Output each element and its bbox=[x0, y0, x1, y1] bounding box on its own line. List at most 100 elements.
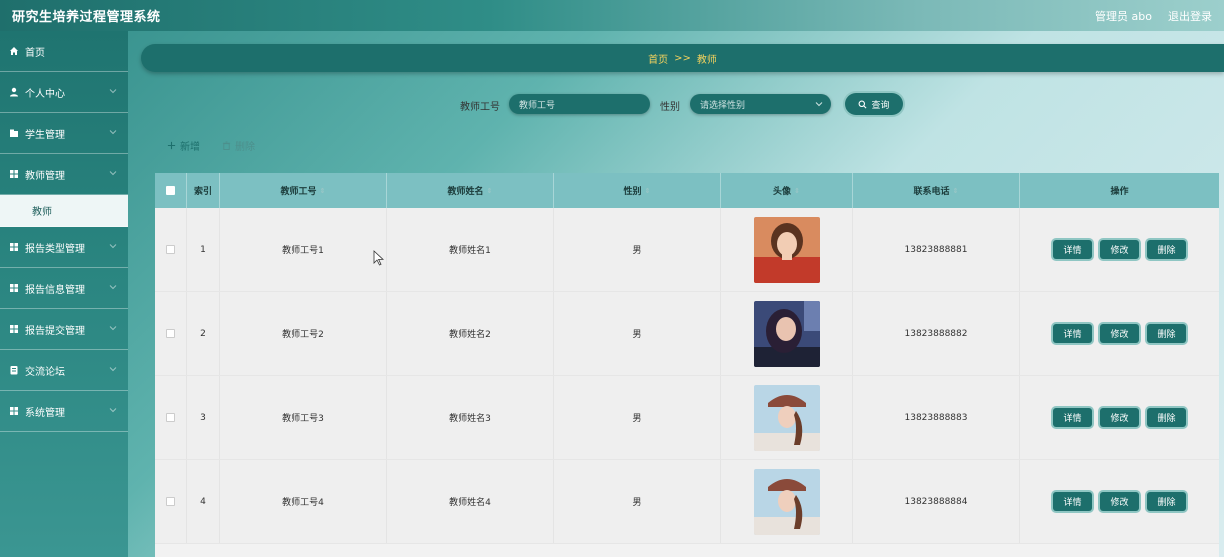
header-label: 联系电话 bbox=[913, 187, 950, 197]
chevron-down-icon bbox=[109, 171, 117, 176]
teacher-id-input[interactable]: 教师工号 bbox=[509, 94, 650, 114]
edit-button[interactable]: 修改 bbox=[1100, 240, 1139, 259]
grid-icon bbox=[9, 324, 19, 334]
breadcrumb-separator: >> bbox=[674, 52, 691, 64]
detail-button[interactable]: 详情 bbox=[1053, 324, 1092, 343]
header-gender[interactable]: 性别 ⇕ bbox=[554, 173, 721, 208]
sidebar-item-report-submit[interactable]: 报告提交管理 bbox=[0, 309, 128, 350]
teacher-table: 索引 教师工号 ⇕ 教师姓名 ⇕ 性别 ⇕ 头像 ⇕ 联系电话 ⇕ 操作 1 教师工号1 … bbox=[155, 173, 1219, 557]
row-checkbox[interactable] bbox=[166, 245, 175, 254]
grid-icon bbox=[9, 406, 19, 416]
table-row: 4 教师工号4 教师姓名4 男 13823888884 详情 修改 删除 bbox=[155, 460, 1219, 544]
delete-button[interactable]: 删除 bbox=[1147, 408, 1186, 427]
cell-teacher-name: 教师姓名2 bbox=[387, 292, 554, 375]
gender-select[interactable]: 请选择性别 bbox=[690, 94, 831, 114]
sidebar-item-label: 系统管理 bbox=[25, 407, 65, 419]
header-avatar[interactable]: 头像 ⇕ bbox=[721, 173, 853, 208]
search-button-label: 查询 bbox=[871, 100, 890, 111]
cell-phone: 13823888882 bbox=[853, 292, 1020, 375]
cell-phone: 13823888884 bbox=[853, 460, 1020, 543]
cell-phone: 13823888883 bbox=[853, 376, 1020, 459]
sidebar-item-home[interactable]: 首页 bbox=[0, 31, 128, 72]
header-phone[interactable]: 联系电话 ⇕ bbox=[853, 173, 1020, 208]
header-label: 教师姓名 bbox=[447, 187, 484, 197]
detail-button[interactable]: 详情 bbox=[1053, 408, 1092, 427]
cell-teacher-id: 教师工号2 bbox=[220, 292, 387, 375]
header-checkbox-cell bbox=[155, 173, 187, 208]
cell-actions: 详情 修改 删除 bbox=[1020, 376, 1219, 459]
cell-teacher-name: 教师姓名1 bbox=[387, 208, 554, 291]
trash-icon bbox=[222, 141, 231, 150]
cell-index: 4 bbox=[187, 460, 220, 543]
table-row: 2 教师工号2 教师姓名2 男 13823888882 详情 修改 删除 bbox=[155, 292, 1219, 376]
detail-button[interactable]: 详情 bbox=[1053, 240, 1092, 259]
avatar-image[interactable] bbox=[753, 216, 820, 283]
plus-icon bbox=[167, 141, 176, 150]
delete-button[interactable]: 删除 bbox=[1147, 492, 1186, 511]
cell-phone: 13823888881 bbox=[853, 208, 1020, 291]
header-actions: 操作 bbox=[1110, 187, 1129, 197]
logout-link[interactable]: 退出登录 bbox=[1168, 8, 1212, 24]
sidebar-item-students[interactable]: 学生管理 bbox=[0, 113, 128, 154]
cell-avatar bbox=[721, 460, 853, 543]
avatar-image[interactable] bbox=[753, 468, 820, 535]
sort-icon: ⇕ bbox=[952, 186, 959, 195]
sort-icon: ⇕ bbox=[644, 186, 651, 195]
batch-delete-button[interactable]: 删除 bbox=[222, 138, 255, 153]
gender-select-placeholder: 请选择性别 bbox=[700, 100, 746, 111]
header-index: 索引 bbox=[187, 173, 220, 208]
sidebar-item-teachers[interactable]: 教师管理 bbox=[0, 154, 128, 195]
edit-button[interactable]: 修改 bbox=[1100, 492, 1139, 511]
top-right-area: 管理员 abo 退出登录 bbox=[1095, 8, 1212, 24]
sidebar-item-label: 报告类型管理 bbox=[25, 243, 85, 255]
edit-button[interactable]: 修改 bbox=[1100, 408, 1139, 427]
breadcrumb-home[interactable]: 首页 bbox=[648, 51, 668, 66]
table-header: 索引 教师工号 ⇕ 教师姓名 ⇕ 性别 ⇕ 头像 ⇕ 联系电话 ⇕ 操作 bbox=[155, 173, 1219, 208]
header-teacher-id[interactable]: 教师工号 ⇕ bbox=[220, 173, 387, 208]
avatar-image[interactable] bbox=[753, 300, 820, 367]
delete-button[interactable]: 删除 bbox=[1147, 324, 1186, 343]
sidebar-item-report-info[interactable]: 报告信息管理 bbox=[0, 268, 128, 309]
sidebar-item-label: 学生管理 bbox=[25, 129, 65, 141]
select-all-checkbox[interactable] bbox=[166, 186, 175, 195]
breadcrumb: 首页 >> 教师 bbox=[141, 44, 1224, 72]
cell-index: 3 bbox=[187, 376, 220, 459]
cell-teacher-id: 教师工号1 bbox=[220, 208, 387, 291]
row-checkbox[interactable] bbox=[166, 497, 175, 506]
header-label: 性别 bbox=[623, 187, 642, 197]
sidebar-item-forum[interactable]: 交流论坛 bbox=[0, 350, 128, 391]
chevron-down-icon bbox=[109, 367, 117, 372]
sidebar-subitem-teacher[interactable]: 教师 bbox=[0, 195, 128, 227]
cell-actions: 详情 修改 删除 bbox=[1020, 208, 1219, 291]
cell-teacher-id: 教师工号3 bbox=[220, 376, 387, 459]
toolbar-actions: 新增 删除 bbox=[167, 138, 255, 153]
delete-button[interactable]: 删除 bbox=[1147, 240, 1186, 259]
sort-icon: ⇕ bbox=[486, 186, 493, 195]
row-checkbox[interactable] bbox=[166, 329, 175, 338]
sidebar-item-system[interactable]: 系统管理 bbox=[0, 391, 128, 432]
mouse-cursor-icon bbox=[373, 250, 385, 266]
cell-avatar bbox=[721, 208, 853, 291]
sidebar-item-report-types[interactable]: 报告类型管理 bbox=[0, 227, 128, 268]
user-label: 管理员 abo bbox=[1095, 9, 1152, 23]
cell-actions: 详情 修改 删除 bbox=[1020, 292, 1219, 375]
header-teacher-name[interactable]: 教师姓名 ⇕ bbox=[387, 173, 554, 208]
sidebar-item-label: 报告提交管理 bbox=[25, 325, 85, 337]
edit-button[interactable]: 修改 bbox=[1100, 324, 1139, 343]
row-checkbox[interactable] bbox=[166, 413, 175, 422]
sort-icon: ⇕ bbox=[319, 186, 326, 195]
cell-index: 2 bbox=[187, 292, 220, 375]
detail-button[interactable]: 详情 bbox=[1053, 492, 1092, 511]
search-bar: 教师工号 教师工号 性别 请选择性别 查询 bbox=[0, 93, 1224, 115]
sidebar-item-label: 交流论坛 bbox=[25, 366, 65, 378]
breadcrumb-current: 教师 bbox=[696, 54, 717, 66]
grid-icon bbox=[9, 283, 19, 293]
avatar-image[interactable] bbox=[753, 384, 820, 451]
cell-gender: 男 bbox=[554, 208, 721, 291]
teacher-id-label: 教师工号 bbox=[460, 102, 500, 113]
header-label: 头像 bbox=[773, 187, 792, 197]
search-button[interactable]: 查询 bbox=[845, 93, 903, 115]
chevron-down-icon bbox=[109, 408, 117, 413]
cell-actions: 详情 修改 删除 bbox=[1020, 460, 1219, 543]
add-button[interactable]: 新增 bbox=[167, 138, 200, 153]
